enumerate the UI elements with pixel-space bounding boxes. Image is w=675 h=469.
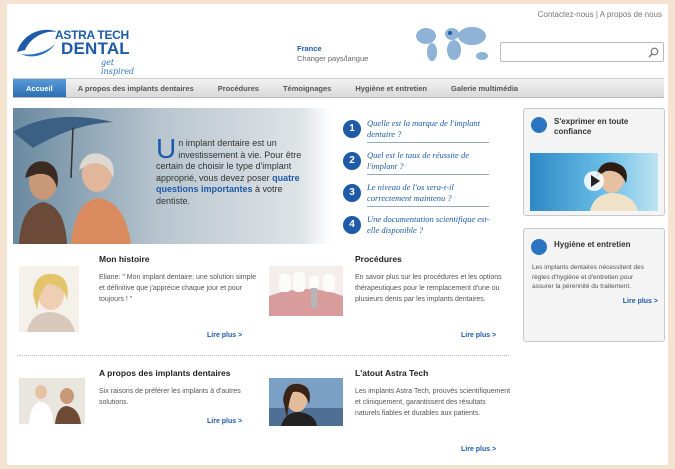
apropos-title[interactable]: A propos des implants dentaires xyxy=(99,368,230,378)
question-3-text: Le niveau de l'os sera-t-il correctement… xyxy=(367,182,454,203)
nav-accueil[interactable]: Accueil xyxy=(13,79,66,97)
video-camera-icon xyxy=(531,117,547,133)
hygiene-title: Hygiène et entretien xyxy=(554,240,631,249)
hygiene-header: Hygiène et entretien xyxy=(524,229,664,261)
country-selector[interactable]: France Changer pays/langue xyxy=(297,44,368,64)
change-country-link[interactable]: Changer pays/langue xyxy=(297,54,368,64)
search-box[interactable] xyxy=(500,42,664,63)
nav-a-propos[interactable]: A propos des implants dentaires xyxy=(66,79,206,97)
logo-tagline: get inspired xyxy=(101,58,135,76)
hero-banner: Un implant dentaire est un investissemen… xyxy=(13,108,511,244)
hygiene-card: Hygiène et entretien Les implants dentai… xyxy=(523,228,665,342)
logo-swoosh-icon xyxy=(17,29,57,57)
main-nav: Accueil A propos des implants dentaires … xyxy=(13,78,664,98)
atout-read-more[interactable]: Lire plus > xyxy=(461,446,496,453)
nav-procedures[interactable]: Procédures xyxy=(206,79,271,97)
question-4-text: Une documentation scientifique est-elle … xyxy=(367,214,490,235)
search-input[interactable] xyxy=(501,44,641,63)
procedures-block: Procédures En savoir plus sur les procéd… xyxy=(269,250,509,350)
logo-line2: DENTAL xyxy=(61,39,130,58)
histoire-read-more[interactable]: Lire plus > xyxy=(207,332,242,339)
confiance-title: S'exprimer en toute confiance xyxy=(554,117,629,136)
nav-galerie[interactable]: Galerie multimédia xyxy=(439,79,530,97)
nav-hygiene[interactable]: Hygiène et entretien xyxy=(343,79,439,97)
apropos-photo[interactable] xyxy=(19,378,85,424)
atout-photo[interactable] xyxy=(269,378,343,426)
hygiene-read-more[interactable]: Lire plus > xyxy=(524,292,664,305)
info-icon xyxy=(531,239,547,255)
apropos-block: A propos des implants dentaires Six rais… xyxy=(19,364,259,454)
hygiene-text: Les implants dentaires nécessitent des r… xyxy=(532,264,645,290)
page: Contactez-nous | A propos de nous ASTRA … xyxy=(7,4,668,465)
confiance-card[interactable]: S'exprimer en toute confiance xyxy=(523,108,665,216)
question-1-text: Quelle est la marque de l'implant dentai… xyxy=(367,118,481,139)
section-divider xyxy=(19,355,509,356)
atout-block: L'atout Astra Tech Les implants Astra Te… xyxy=(269,364,511,464)
question-3-number: 3 xyxy=(343,184,361,202)
questions-panel: 1 Quelle est la marque de l'implant dent… xyxy=(333,108,511,244)
question-1-number: 1 xyxy=(343,120,361,138)
histoire-block: Mon histoire Eliane: " Mon implant denta… xyxy=(19,250,259,350)
question-4-number: 4 xyxy=(343,216,361,234)
top-links: Contactez-nous | A propos de nous xyxy=(538,10,662,19)
contact-link[interactable]: Contactez-nous xyxy=(538,10,594,19)
hero-photo xyxy=(13,116,131,244)
question-2-text: Quel est le taux de réussite de l'implan… xyxy=(367,150,469,171)
world-map-icon xyxy=(416,27,488,61)
procedures-text: En savoir plus sur les procédures et les… xyxy=(355,274,502,303)
confiance-header: S'exprimer en toute confiance xyxy=(524,109,664,149)
histoire-text: Eliane: " Mon implant dentaire: une solu… xyxy=(99,274,256,303)
hero-text: Un implant dentaire est un investissemen… xyxy=(156,133,318,207)
question-3[interactable]: 3 Le niveau de l'os sera-t-il correcteme… xyxy=(343,182,493,207)
atout-text: Les implants Astra Tech, prouvés scienti… xyxy=(355,388,511,417)
hero-dropcap: U xyxy=(156,133,177,164)
nav-temoignages[interactable]: Témoignages xyxy=(271,79,343,97)
question-4[interactable]: 4 Une documentation scientifique est-ell… xyxy=(343,214,493,236)
procedures-photo[interactable] xyxy=(269,266,343,316)
procedures-read-more[interactable]: Lire plus > xyxy=(461,332,496,339)
question-2-number: 2 xyxy=(343,152,361,170)
question-2[interactable]: 2 Quel est le taux de réussite de l'impl… xyxy=(343,150,493,175)
astra-tech-logo[interactable]: ASTRA TECH DENTAL get inspired xyxy=(13,26,143,76)
atout-title[interactable]: L'atout Astra Tech xyxy=(355,368,428,378)
apropos-read-more[interactable]: Lire plus > xyxy=(207,418,242,425)
about-link[interactable]: A propos de nous xyxy=(600,10,662,19)
search-icon[interactable] xyxy=(648,47,659,58)
histoire-title[interactable]: Mon histoire xyxy=(99,254,150,264)
question-1[interactable]: 1 Quelle est la marque de l'implant dent… xyxy=(343,118,493,143)
procedures-title[interactable]: Procédures xyxy=(355,254,402,264)
country-name: France xyxy=(297,44,322,53)
histoire-photo[interactable] xyxy=(19,266,79,332)
apropos-text: Six raisons de préférer les implants à d… xyxy=(99,388,241,406)
video-preview-image xyxy=(584,162,638,211)
video-thumbnail[interactable] xyxy=(530,153,658,211)
